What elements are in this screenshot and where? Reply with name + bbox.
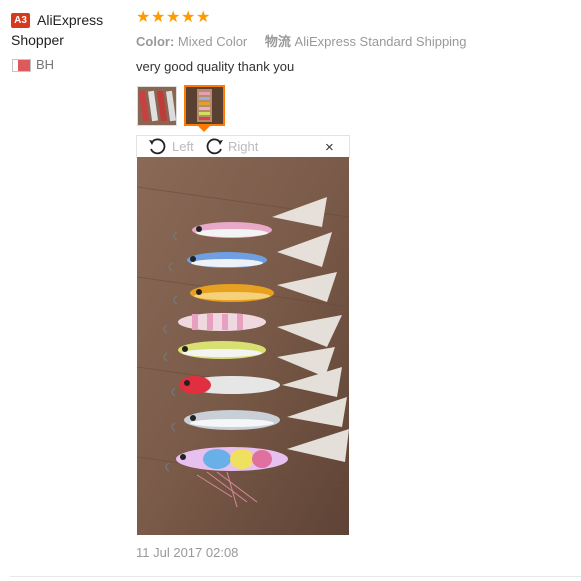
rating-stars: ★ ★ ★ ★ ★: [136, 10, 210, 28]
user-level-badge: A3: [11, 13, 30, 28]
review-photo-large: [137, 157, 349, 535]
star-icon: ★: [181, 9, 196, 26]
review-text: very good quality thank you: [136, 59, 295, 74]
user-name-line2: Shopper: [11, 32, 64, 48]
thumbnail-image: [138, 87, 176, 125]
review-photo-thumbnail-selected[interactable]: [184, 85, 225, 126]
star-icon: ★: [136, 9, 151, 26]
user-name: AliExpress: [37, 12, 104, 28]
rotate-right-icon: [206, 138, 223, 155]
country-flag-icon: [12, 59, 31, 72]
fishing-lures-photo: [137, 157, 349, 535]
shipping-label: 物流: [264, 34, 291, 49]
review-date: 11 Jul 2017 02:08: [136, 545, 239, 560]
review-photo-thumbnail[interactable]: [137, 86, 177, 126]
rotate-right-label: Right: [228, 138, 259, 154]
selected-thumbnail-pointer: [197, 125, 211, 132]
star-icon: ★: [166, 9, 181, 26]
rotate-left-label: Left: [172, 138, 194, 154]
rotate-left-icon: [149, 138, 166, 155]
close-viewer-button[interactable]: ×: [325, 140, 334, 155]
star-icon: ★: [151, 9, 166, 26]
color-label: Color:: [136, 34, 175, 49]
star-icon: ★: [196, 9, 211, 26]
country-code: BH: [36, 57, 55, 72]
shipping-value: AliExpress Standard Shipping: [294, 34, 467, 49]
rotate-right-button[interactable]: Right: [203, 137, 258, 155]
thumbnail-image: [186, 87, 223, 124]
color-value: Mixed Color: [177, 34, 248, 49]
rotate-left-button[interactable]: Left: [147, 137, 194, 155]
review-divider: [10, 576, 581, 577]
order-info: Color: Mixed Color 物流 AliExpress Standar…: [136, 34, 467, 50]
